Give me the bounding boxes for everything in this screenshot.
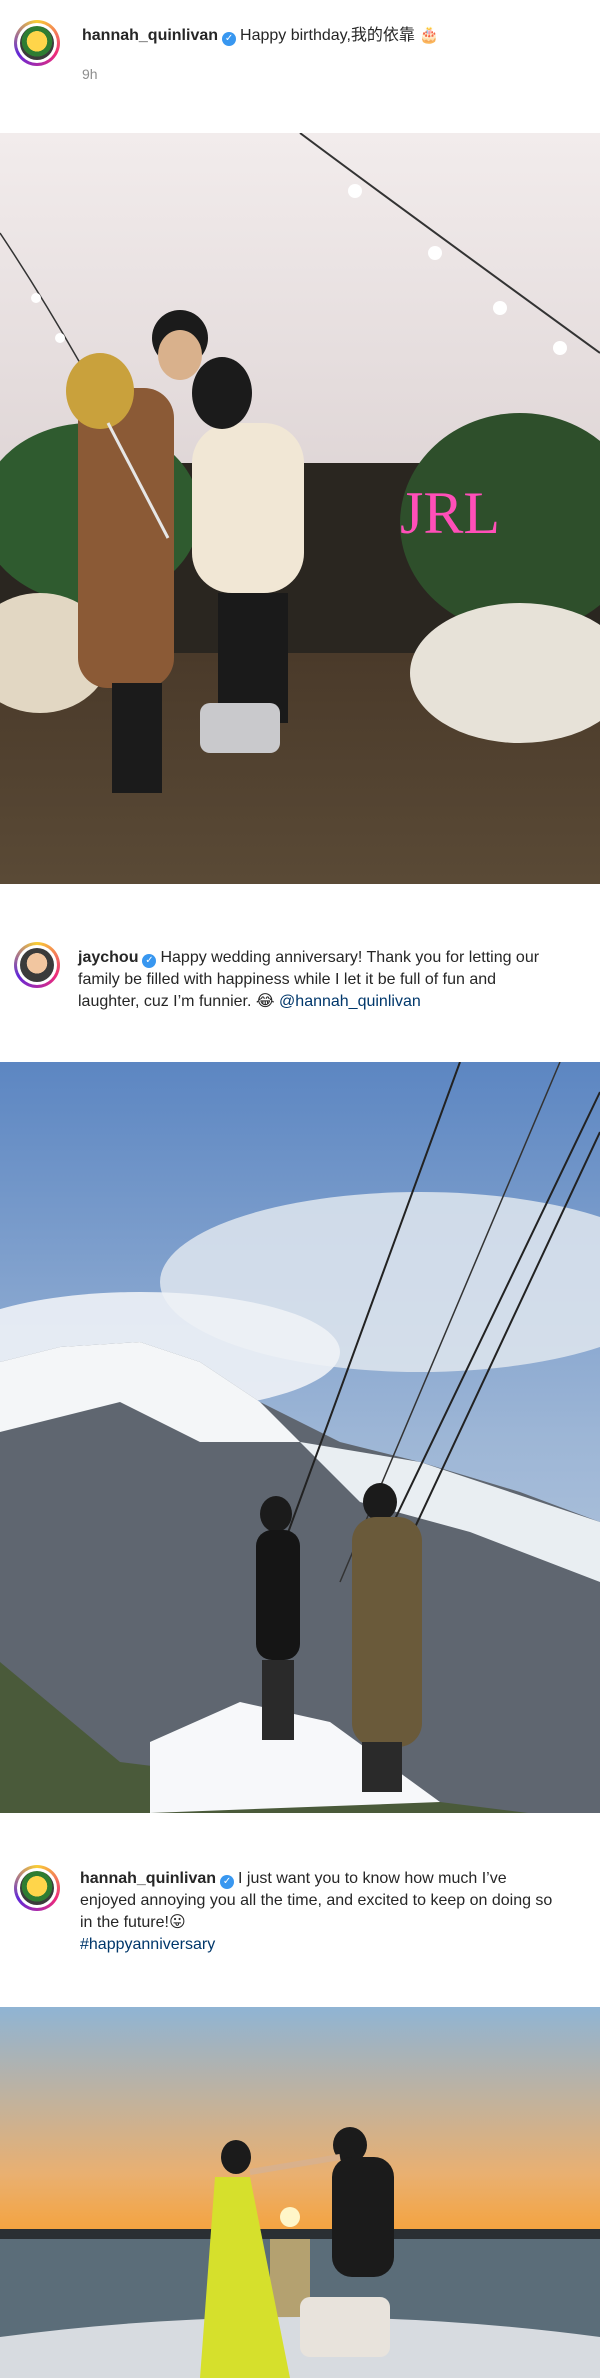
avatar[interactable] xyxy=(14,20,60,66)
neon-sign: JRL xyxy=(400,480,500,546)
verified-badge-icon: ✓ xyxy=(142,954,157,968)
caption-line: in the future! xyxy=(80,1914,169,1931)
mention-link[interactable]: @hannah_quinlivan xyxy=(279,993,421,1010)
post-2-caption: jaychou ✓ Happy wedding anniversary! Thank… xyxy=(78,947,588,1013)
caption-line: laughter, cuz I’m funnier. xyxy=(78,993,252,1010)
post-2-header: jaychou ✓ Happy wedding anniversary! Thank… xyxy=(0,884,600,1062)
tongue-emoji: 😛 xyxy=(168,1914,186,1931)
caption-line: family be filled with happiness while I … xyxy=(78,971,497,988)
post-1-header: hannah_quinlivan ✓ Happy birthday,我的依靠 🎂 9… xyxy=(0,0,600,133)
username[interactable]: hannah_quinlivan xyxy=(80,1870,216,1887)
username[interactable]: jaychou xyxy=(78,949,138,966)
post-3-header: hannah_quinlivan ✓ I just want you to know… xyxy=(0,1813,600,2007)
post-2-photo[interactable] xyxy=(0,1062,600,1813)
avatar[interactable] xyxy=(14,942,60,988)
username[interactable]: hannah_quinlivan xyxy=(82,27,218,44)
avatar[interactable] xyxy=(14,1865,60,1911)
post-time[interactable]: 9h xyxy=(82,66,98,82)
caption-line: Happy wedding anniversary! Thank you for… xyxy=(160,949,540,966)
cake-emoji: 🎂 xyxy=(419,27,440,44)
post-3-caption: hannah_quinlivan ✓ I just want you to know… xyxy=(80,1868,590,1956)
hashtag-link[interactable]: #happyanniversary xyxy=(80,1934,590,1956)
caption-text: Happy birthday,我的依靠 xyxy=(240,27,415,44)
caption-line: I just want you to know how much I’ve xyxy=(238,1870,507,1887)
caption-line: enjoyed annoying you all the time, and e… xyxy=(80,1892,553,1909)
laughing-emoji: 😂 xyxy=(255,993,275,1010)
post-3-photo[interactable] xyxy=(0,2007,600,2378)
sunset-photo xyxy=(0,2007,600,2378)
verified-badge-icon: ✓ xyxy=(222,32,237,46)
post-1-caption: hannah_quinlivan ✓ Happy birthday,我的依靠 🎂 xyxy=(82,25,439,47)
birthday-photo: JRL xyxy=(0,133,600,884)
mountain-photo xyxy=(0,1062,600,1813)
post-1-photo[interactable]: JRL xyxy=(0,133,600,884)
verified-badge-icon: ✓ xyxy=(220,1875,235,1889)
